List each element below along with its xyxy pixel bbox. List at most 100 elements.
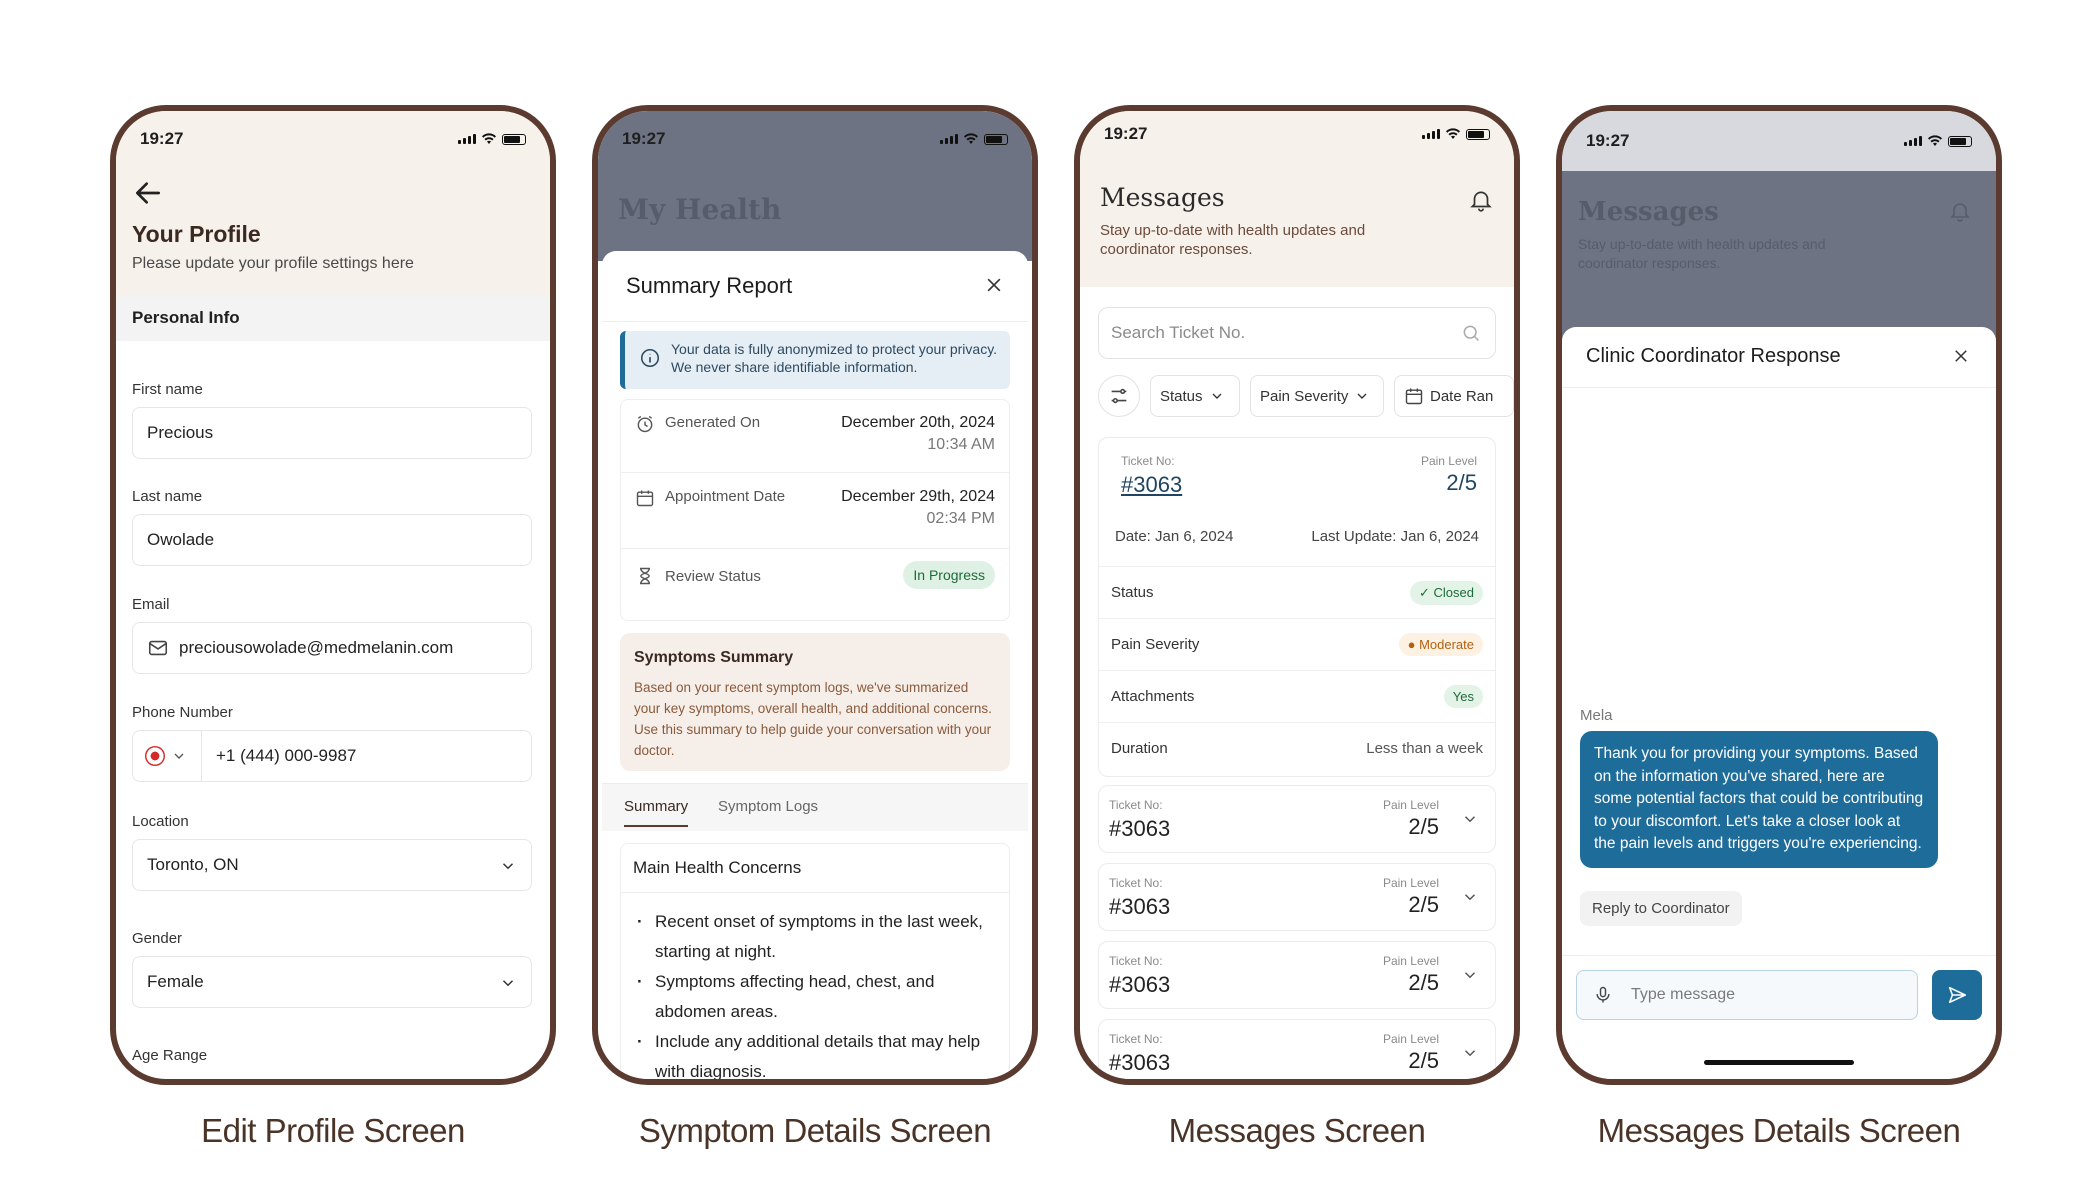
filter-status[interactable]: Status	[1150, 375, 1240, 417]
status-icons	[940, 133, 1008, 145]
ticket-last-update: Last Update: Jan 6, 2024	[1311, 528, 1479, 545]
pain-level-value: 2/5	[1446, 470, 1477, 495]
status-value: Closed	[1433, 584, 1474, 600]
coordinator-response-sheet: Clinic Coordinator Response Mela Thank y…	[1562, 327, 1996, 1079]
calendar-icon	[636, 490, 654, 507]
status-bar: 19:27	[1080, 111, 1514, 157]
status-time: 19:27	[622, 129, 666, 148]
phone-field[interactable]: +1 (444) 000-9987	[132, 730, 532, 782]
duration-value: Less than a week	[1366, 740, 1483, 757]
reply-to-coordinator-button[interactable]: Reply to Coordinator	[1580, 891, 1742, 926]
chevron-down-icon[interactable]	[1461, 1044, 1479, 1062]
ticket-card[interactable]: Ticket No: #3063 Pain Level 2/5	[1098, 1019, 1496, 1079]
email-field[interactable]: preciousowolade@medmelanin.com	[132, 622, 532, 674]
filter-date-label: Date Ran	[1430, 387, 1494, 405]
duration-row: Duration Less than a week	[1099, 722, 1495, 774]
status-icons	[458, 133, 526, 145]
background-title: My Health	[618, 193, 782, 226]
age-range-label: Age Range	[132, 1047, 208, 1064]
signal-icon	[458, 134, 476, 144]
showcase-canvas: 19:27 Your Profile Please update your pr…	[0, 0, 2100, 1182]
location-label: Location	[132, 813, 189, 830]
privacy-notice-text: Your data is fully anonymized to protect…	[671, 341, 998, 375]
generated-date: December 20th, 2024	[841, 414, 995, 431]
status-time: 19:27	[140, 129, 184, 148]
wifi-icon	[1446, 128, 1460, 139]
bell-icon[interactable]	[1468, 187, 1494, 213]
gender-value: Female	[147, 972, 204, 991]
search-placeholder: Search Ticket No.	[1111, 323, 1246, 342]
search-input[interactable]: Search Ticket No.	[1098, 307, 1496, 359]
section-personal-info: Personal Info	[116, 295, 550, 341]
generated-time: 10:34 AM	[927, 436, 995, 453]
status-bar: 19:27	[1562, 111, 1996, 171]
filter-status-label: Status	[1160, 387, 1203, 405]
pain-level-label: Pain Level	[1382, 1032, 1439, 1046]
chevron-down-icon[interactable]	[1461, 810, 1479, 828]
status-bar: 19:27	[116, 111, 550, 167]
compose-bar: Type message	[1562, 955, 1996, 1035]
message-placeholder: Type message	[1631, 986, 1736, 1003]
filter-pain-severity[interactable]: Pain Severity	[1250, 375, 1384, 417]
gender-select[interactable]: Female	[132, 956, 532, 1008]
last-name-field[interactable]: Owolade	[132, 514, 532, 566]
generated-label: Generated On	[665, 414, 761, 431]
ticket-card[interactable]: Ticket No: #3063 Pain Level 2/5	[1098, 785, 1496, 853]
send-icon	[1948, 986, 1967, 1004]
review-label: Review Status	[665, 567, 761, 585]
microphone-icon[interactable]	[1593, 985, 1613, 1005]
tab-summary[interactable]: Summary	[624, 798, 689, 827]
ticket-label: Ticket No:	[1109, 876, 1163, 890]
battery-icon	[502, 133, 526, 145]
ticket-label: Ticket No:	[1121, 454, 1175, 468]
status-row: Status ✓ Closed	[1099, 566, 1495, 618]
ticket-number[interactable]: #3063	[1121, 472, 1182, 498]
close-icon[interactable]	[984, 275, 1004, 295]
pain-level-value: 2/5	[1408, 1048, 1439, 1073]
concerns-title: Main Health Concerns	[621, 844, 1009, 893]
symptoms-summary-text: Based on your recent symptom logs, we've…	[634, 680, 992, 758]
info-icon	[640, 348, 660, 368]
send-button[interactable]	[1932, 970, 1982, 1020]
pain-level-label: Pain Level	[1382, 798, 1439, 812]
tab-symptom-logs[interactable]: Symptom Logs	[718, 798, 818, 815]
page-subtitle: Stay up-to-date with health updates and …	[1100, 222, 1366, 258]
ticket-number: #3063	[1109, 894, 1171, 919]
ticket-card-expanded[interactable]: Ticket No: #3063 Pain Level 2/5 Date: Ja…	[1098, 437, 1496, 777]
privacy-notice: Your data is fully anonymized to protect…	[620, 331, 1010, 389]
chevron-down-icon	[1212, 393, 1222, 399]
chevron-down-icon[interactable]	[1461, 888, 1479, 906]
message-input[interactable]: Type message	[1576, 970, 1918, 1020]
filter-date-range[interactable]: Date Ran	[1394, 375, 1514, 417]
appointment-label: Appointment Date	[665, 488, 786, 505]
messages-details-phone: Messages Stay up-to-date with health upd…	[1556, 105, 2002, 1085]
country-selector[interactable]	[145, 731, 202, 781]
ticket-label: Ticket No:	[1109, 798, 1163, 812]
caption-symptom-details: Symptom Details Screen	[638, 1112, 992, 1149]
ticket-card[interactable]: Ticket No: #3063 Pain Level 2/5	[1098, 941, 1496, 1009]
last-name-value: Owolade	[147, 530, 215, 549]
location-select[interactable]: Toronto, ON	[132, 839, 532, 891]
ticket-card[interactable]: Ticket No: #3063 Pain Level 2/5	[1098, 863, 1496, 931]
concerns-list: Recent onset of symptoms in the last wee…	[621, 893, 1009, 1079]
filter-settings-button[interactable]	[1098, 375, 1140, 417]
severity-label: Pain Severity	[1111, 636, 1200, 653]
close-icon[interactable]	[1952, 347, 1970, 365]
wifi-icon	[482, 133, 496, 144]
arrow-left-icon[interactable]	[132, 177, 164, 209]
attachments-row: Attachments Yes	[1099, 670, 1495, 722]
battery-icon	[1466, 128, 1490, 140]
home-indicator	[1704, 1060, 1854, 1065]
page-title: Your Profile	[132, 221, 261, 247]
list-item: Include any additional details that may …	[633, 1027, 997, 1079]
chevron-down-icon[interactable]	[1461, 966, 1479, 984]
first-name-field[interactable]: Precious	[132, 407, 532, 459]
severity-badge: ● Moderate	[1398, 633, 1483, 656]
review-row: Review Status In Progress	[621, 561, 1009, 589]
symptoms-summary-card: Symptoms Summary Based on your recent sy…	[620, 633, 1010, 771]
status-time: 19:27	[1104, 124, 1148, 143]
severity-value: Moderate	[1419, 637, 1474, 652]
pain-level-value: 2/5	[1408, 814, 1439, 839]
pain-level-label: Pain Level	[1382, 876, 1439, 890]
pain-level-value: 2/5	[1408, 970, 1439, 995]
